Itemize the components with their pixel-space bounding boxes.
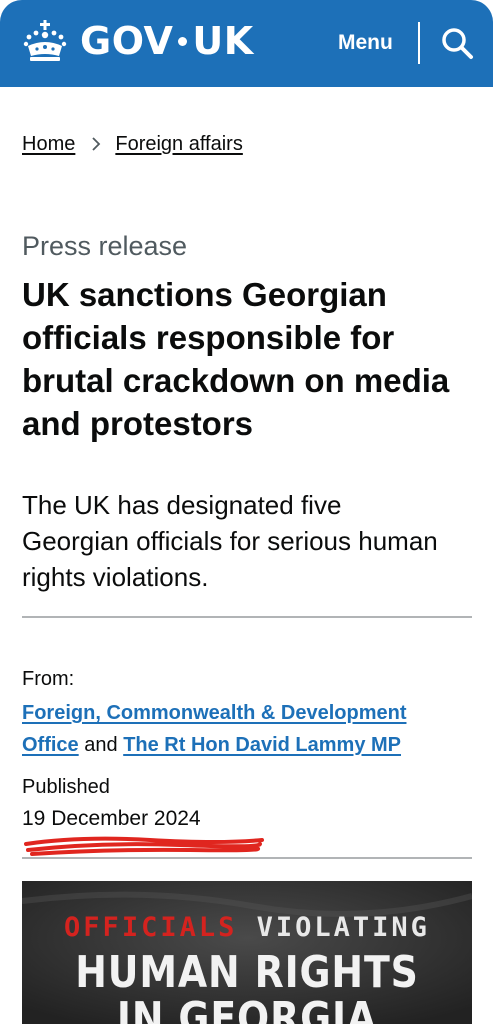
logotype-dot [178,36,188,46]
search-icon[interactable] [440,26,474,60]
site-header: GOV UK Menu [0,0,493,87]
hero-word-violating: VIOLATING [256,912,430,943]
published-label: Published [22,776,110,798]
from-and: and [84,734,118,756]
lead-paragraph: The UK has designated five Georgian offi… [22,490,438,592]
hero-headline-line1: OFFICIALS VIOLATING [22,911,472,945]
hero-image: OFFICIALS VIOLATING HUMAN RIGHTS IN GEOR… [22,881,472,1024]
page-title: UK sanctions Georgian officials responsi… [22,276,450,442]
logotype-left: GOV [80,19,174,63]
section-divider [22,616,472,618]
from-label: From: [22,668,75,690]
govuk-logotype: GOV UK [80,18,254,64]
link-david-lammy[interactable]: The Rt Hon David Lammy MP [123,734,401,756]
hero-headline-line3: IN GEORGIA [116,993,378,1024]
header-divider [418,22,420,64]
section-divider-2 [22,857,472,859]
document-type: Press release [22,231,188,261]
menu-button[interactable]: Menu [338,28,393,58]
breadcrumb: Home Foreign affairs [22,131,243,157]
chevron-right-icon [92,137,101,151]
crown-icon [23,20,67,61]
published-date: 19 December 2024 [22,807,201,830]
hero-word-officials: OFFICIALS [64,912,238,943]
breadcrumb-foreign-affairs[interactable]: Foreign affairs [115,131,242,157]
breadcrumb-home[interactable]: Home [22,131,75,157]
hero-headline-line2: HUMAN RIGHTS [75,947,419,998]
logotype-right: UK [192,19,254,63]
govuk-logo-link[interactable]: GOV UK [22,18,254,64]
from-organisations: Foreign, Commonwealth & Development Offi… [22,697,462,761]
